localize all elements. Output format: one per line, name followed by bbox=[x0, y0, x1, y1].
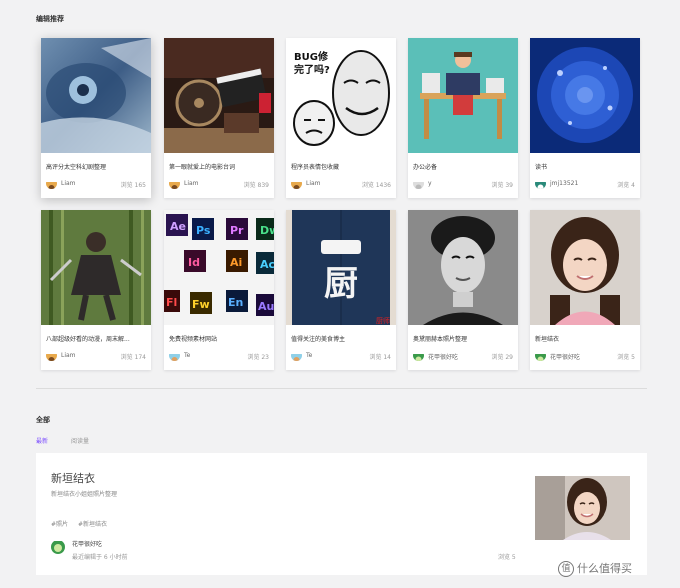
collection-card[interactable]: 厨 值得关注的美食博主 Te 浏览 14 bbox=[286, 210, 396, 370]
card-author[interactable]: jmj13521 bbox=[550, 180, 578, 187]
svg-text:Au: Au bbox=[258, 300, 274, 313]
card-author[interactable]: Te bbox=[184, 352, 190, 359]
list-item-title[interactable]: 新垣结衣 bbox=[51, 470, 95, 486]
card-title[interactable]: 高评分太空科幻剧整理 bbox=[46, 162, 146, 171]
card-views: 浏览 14 bbox=[369, 354, 391, 361]
avatar bbox=[46, 350, 57, 361]
svg-text:Id: Id bbox=[188, 256, 200, 269]
list-item-thumbnail[interactable] bbox=[535, 476, 630, 540]
card-author[interactable]: Liam bbox=[184, 180, 199, 187]
watermark: 值什么值得买 bbox=[558, 560, 632, 577]
list-item-author[interactable]: 花甲很好吃 bbox=[72, 539, 102, 548]
collection-card[interactable]: BUG修 完了吗? 程序员表情包收藏 Liam 浏览 1436 bbox=[286, 38, 396, 198]
tag[interactable]: #照片 bbox=[51, 521, 68, 528]
card-views: 浏览 174 bbox=[120, 354, 146, 361]
svg-text:Ps: Ps bbox=[196, 224, 211, 237]
card-title[interactable]: 八部超级好看的动漫，周末解... bbox=[46, 334, 146, 343]
svg-text:BUG修: BUG修 bbox=[294, 50, 329, 63]
svg-text:Fw: Fw bbox=[192, 298, 210, 311]
avatar bbox=[169, 350, 180, 361]
avatar bbox=[46, 178, 57, 189]
card-thumbnail[interactable] bbox=[530, 210, 640, 325]
card-author[interactable]: 花甲很好吃 bbox=[550, 352, 580, 361]
card-title[interactable]: 第一眼就爱上的电影台词 bbox=[169, 162, 269, 171]
collection-card[interactable]: 第一眼就爱上的电影台词 Liam 浏览 839 bbox=[164, 38, 274, 198]
card-thumbnail[interactable] bbox=[164, 38, 274, 153]
section-divider bbox=[36, 388, 647, 389]
svg-text:Pr: Pr bbox=[230, 224, 244, 237]
collection-card[interactable]: 奥黛丽赫本照片整理 花甲很好吃 浏览 29 bbox=[408, 210, 518, 370]
zhi-logo-icon: 值 bbox=[558, 561, 574, 577]
collection-card[interactable]: 八部超级好看的动漫，周末解... Liam 浏览 174 bbox=[41, 210, 151, 370]
avatar bbox=[413, 178, 424, 189]
avatar bbox=[535, 178, 546, 189]
section-title-editor-picks: 编辑推荐 bbox=[36, 15, 64, 23]
tab-latest[interactable]: 最新 bbox=[36, 436, 48, 445]
card-views: 浏览 1436 bbox=[361, 182, 391, 189]
card-title[interactable]: 奥黛丽赫本照片整理 bbox=[413, 334, 513, 343]
card-author[interactable]: Liam bbox=[306, 180, 321, 187]
red-stamp-text: 厨师 bbox=[376, 317, 390, 325]
collection-card[interactable]: 高评分太空科幻剧整理 Liam 浏览 165 bbox=[41, 38, 151, 198]
avatar bbox=[291, 178, 302, 189]
card-author[interactable]: y bbox=[428, 180, 432, 187]
card-author[interactable]: 花甲很好吃 bbox=[428, 352, 458, 361]
card-views: 浏览 839 bbox=[243, 182, 269, 189]
card-title[interactable]: 新垣结衣 bbox=[535, 334, 635, 343]
card-title[interactable]: 程序员表情包收藏 bbox=[291, 162, 391, 171]
section-title-all: 全部 bbox=[36, 416, 50, 424]
svg-text:Ae: Ae bbox=[170, 220, 186, 233]
svg-text:Ai: Ai bbox=[230, 256, 242, 269]
card-title[interactable]: 办公必备 bbox=[413, 162, 513, 171]
card-thumbnail[interactable]: 厨 bbox=[286, 210, 396, 325]
card-views: 浏览 23 bbox=[247, 354, 269, 361]
card-views: 浏览 4 bbox=[617, 182, 635, 189]
card-author[interactable]: Liam bbox=[61, 180, 76, 187]
card-views: 浏览 29 bbox=[491, 354, 513, 361]
avatar bbox=[169, 178, 180, 189]
svg-text:厨: 厨 bbox=[324, 264, 358, 304]
card-author[interactable]: Te bbox=[306, 352, 312, 359]
card-title[interactable]: 免费视频素材网站 bbox=[169, 334, 269, 343]
avatar bbox=[291, 350, 302, 361]
card-thumbnail[interactable] bbox=[408, 38, 518, 153]
watermark-text: 什么值得买 bbox=[577, 562, 632, 575]
card-views: 浏览 39 bbox=[491, 182, 513, 189]
collection-card[interactable]: 新垣结衣 花甲很好吃 浏览 5 bbox=[530, 210, 640, 370]
card-title[interactable]: 值得关注的美食博主 bbox=[291, 334, 391, 343]
card-thumbnail[interactable]: BUG修 完了吗? bbox=[286, 38, 396, 153]
tag[interactable]: #新垣结衣 bbox=[78, 521, 107, 528]
card-thumbnail[interactable] bbox=[408, 210, 518, 325]
svg-text:En: En bbox=[228, 296, 243, 309]
list-item-views: 浏览 5 bbox=[498, 554, 516, 561]
tag-list: #照片 #新垣结衣 bbox=[51, 519, 115, 528]
list-item-edited-time: 最近编辑于 6 小时前 bbox=[72, 554, 128, 561]
svg-text:完了吗?: 完了吗? bbox=[294, 63, 330, 76]
svg-text:Dw: Dw bbox=[260, 224, 274, 237]
card-thumbnail[interactable] bbox=[41, 38, 151, 153]
collection-card[interactable]: Ae Ps Pr Dw Id Ai Ac Fl Fw En Au 免费视频素材网… bbox=[164, 210, 274, 370]
svg-text:Fl: Fl bbox=[166, 296, 177, 309]
list-item[interactable]: 新垣结衣 新垣结衣小姐姐照片整理 #照片 #新垣结衣 花甲很好吃 最近编辑于 6… bbox=[36, 453, 647, 575]
collection-card[interactable]: 办公必备 y 浏览 39 bbox=[408, 38, 518, 198]
collection-card[interactable]: 读书 jmj13521 浏览 4 bbox=[530, 38, 640, 198]
avatar[interactable] bbox=[51, 540, 65, 554]
card-title[interactable]: 读书 bbox=[535, 162, 635, 171]
card-thumbnail[interactable]: Ae Ps Pr Dw Id Ai Ac Fl Fw En Au bbox=[164, 210, 274, 325]
list-item-subtitle: 新垣结衣小姐姐照片整理 bbox=[51, 491, 118, 498]
tab-reads[interactable]: 阅读量 bbox=[71, 436, 89, 445]
svg-text:Ac: Ac bbox=[260, 258, 274, 271]
avatar bbox=[535, 350, 546, 361]
card-views: 浏览 165 bbox=[120, 182, 146, 189]
card-views: 浏览 5 bbox=[617, 354, 635, 361]
card-author[interactable]: Liam bbox=[61, 352, 76, 359]
avatar bbox=[413, 350, 424, 361]
card-thumbnail[interactable] bbox=[530, 38, 640, 153]
card-thumbnail[interactable] bbox=[41, 210, 151, 325]
